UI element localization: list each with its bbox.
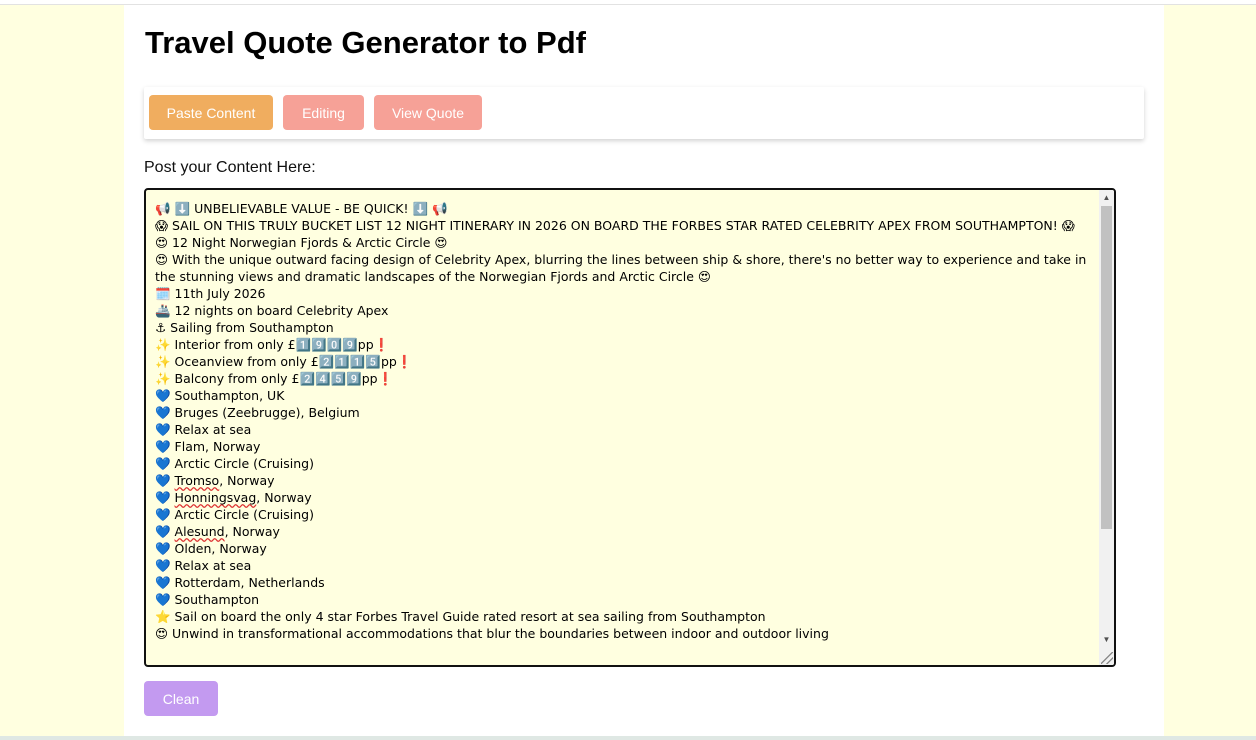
scroll-up-icon[interactable]: ▲ (1099, 191, 1114, 205)
content-line: 🚢 12 nights on board Celebrity Apex (155, 303, 389, 318)
content-line: 💙 Arctic Circle (Cruising) (155, 507, 314, 522)
content-line: 💙 Alesund, Norway (155, 524, 280, 539)
content-line: ✨ Interior from only £1️⃣9️⃣0️⃣9️⃣pp❗ (155, 337, 390, 352)
content-line: 💙 Tromso, Norway (155, 473, 275, 488)
content-line: 😍 With the unique outward facing design … (155, 252, 1091, 284)
content-line: 💙 Honningsvag, Norway (155, 490, 312, 505)
content-line: 💙 Arctic Circle (Cruising) (155, 456, 314, 471)
content-line: 💙 Relax at sea (155, 558, 252, 573)
paste-content-button[interactable]: Paste Content (149, 95, 273, 130)
scroll-thumb[interactable] (1101, 206, 1112, 529)
content-line: 😍 Unwind in transformational accommodati… (155, 626, 829, 641)
content-line: 💙 Flam, Norway (155, 439, 261, 454)
content-line: 📢 ⬇️ UNBELIEVABLE VALUE - BE QUICK! ⬇️ 📢 (155, 201, 448, 216)
browser-bottom-edge (0, 736, 1256, 740)
content-line: 🗓️ 11th July 2026 (155, 286, 266, 301)
nav-bar: Paste Content Editing View Quote (144, 87, 1144, 139)
clean-button[interactable]: Clean (144, 681, 218, 716)
content-line: ⭐ Sail on board the only 4 star Forbes T… (155, 609, 766, 624)
page-title: Travel Quote Generator to Pdf (145, 25, 586, 60)
content-line: 💙 Relax at sea (155, 422, 252, 437)
view-quote-button[interactable]: View Quote (374, 95, 482, 130)
page-container: Travel Quote Generator to Pdf Paste Cont… (124, 5, 1164, 736)
content-line: 💙 Rotterdam, Netherlands (155, 575, 325, 590)
scroll-down-icon[interactable]: ▼ (1099, 633, 1114, 647)
content-line: 💙 Southampton, UK (155, 388, 285, 403)
content-text[interactable]: 📢 ⬇️ UNBELIEVABLE VALUE - BE QUICK! ⬇️ 📢… (155, 200, 1095, 642)
resize-grip-icon[interactable] (1101, 652, 1113, 664)
content-line: 😱 SAIL ON THIS TRULY BUCKET LIST 12 NIGH… (155, 218, 1075, 233)
content-line: 💙 Southampton (155, 592, 260, 607)
textarea-scrollbar[interactable]: ▲ ▼ (1099, 190, 1114, 665)
content-line: 💙 Olden, Norway (155, 541, 267, 556)
content-textarea[interactable]: 📢 ⬇️ UNBELIEVABLE VALUE - BE QUICK! ⬇️ 📢… (144, 188, 1116, 667)
editing-button[interactable]: Editing (283, 95, 364, 130)
content-line: ✨ Balcony from only £2️⃣4️⃣5️⃣9️⃣pp❗ (155, 371, 394, 386)
content-line: 💙 Bruges (Zeebrugge), Belgium (155, 405, 360, 420)
content-label: Post your Content Here: (144, 159, 316, 176)
content-line: ✨ Oceanview from only £2️⃣1️⃣1️⃣5️⃣pp❗ (155, 354, 413, 369)
content-line: 😍 12 Night Norwegian Fjords & Arctic Cir… (155, 235, 448, 250)
content-line: ⚓ Sailing from Southampton (155, 320, 334, 335)
